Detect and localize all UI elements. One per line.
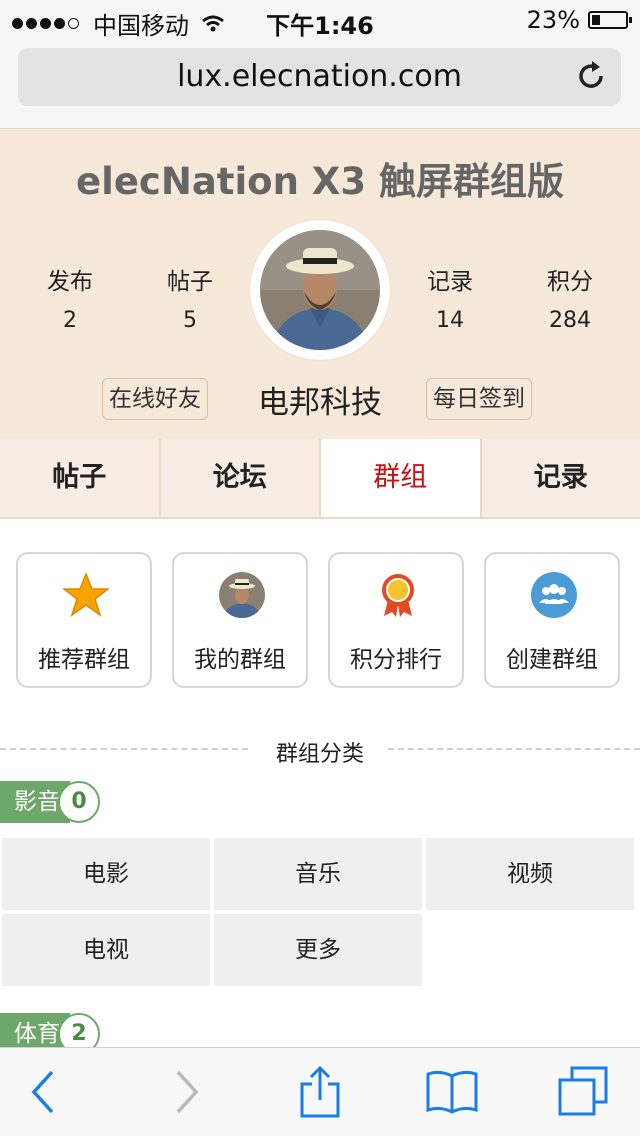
stat-value: 14 (436, 308, 464, 333)
stat-label: 记录 (427, 269, 473, 295)
category-item[interactable]: 电影 (2, 838, 210, 910)
tab-records[interactable]: 记录 (481, 439, 640, 517)
forward-icon[interactable] (156, 1066, 216, 1118)
reload-icon[interactable] (573, 58, 609, 94)
category-count: 0 (58, 781, 100, 823)
username: 电邦科技 (258, 385, 382, 421)
category-item[interactable]: 视频 (426, 838, 634, 910)
points-ranking-tile[interactable]: 积分排行 (328, 552, 464, 688)
site-title: elecNation X3 触屏群组版 (76, 160, 564, 203)
avatar-icon (219, 572, 265, 618)
battery-percent: 23% (526, 6, 580, 34)
stat-label: 帖子 (167, 269, 213, 295)
battery-icon (588, 11, 632, 29)
tab-forum[interactable]: 论坛 (160, 439, 321, 517)
stat-points[interactable]: 积分 284 (530, 262, 610, 333)
medal-icon (382, 574, 414, 617)
star-icon (63, 572, 109, 617)
tile-label: 推荐群组 (38, 647, 130, 673)
tile-label: 我的群组 (194, 647, 286, 673)
category-item[interactable]: 更多 (214, 914, 422, 986)
stat-threads[interactable]: 帖子 5 (150, 262, 230, 333)
tabs-icon[interactable] (554, 1066, 614, 1118)
address-bar[interactable]: lux.elecnation.com (18, 48, 621, 106)
stat-value: 2 (63, 308, 77, 333)
back-icon[interactable] (14, 1066, 74, 1118)
daily-checkin-button[interactable]: 每日签到 (426, 378, 532, 420)
recommended-groups-tile[interactable]: 推荐群组 (16, 552, 152, 688)
tile-label: 积分排行 (350, 647, 442, 673)
profile-header: elecNation X3 触屏群组版 发布 2 帖子 5 记录 14 积分 2… (0, 129, 640, 439)
group-icon (531, 572, 577, 618)
browser-toolbar (0, 1047, 640, 1136)
stat-value: 5 (183, 308, 197, 333)
category-item[interactable]: 音乐 (214, 838, 422, 910)
category-badge-media[interactable]: 影音 0 (0, 781, 100, 823)
bookmarks-icon[interactable] (422, 1066, 482, 1118)
stat-value: 284 (549, 308, 591, 333)
section-title: 群组分类 (275, 742, 364, 767)
tab-threads[interactable]: 帖子 (0, 439, 161, 517)
my-groups-tile[interactable]: 我的群组 (172, 552, 308, 688)
status-bar: 中国移动 下午1:46 23% (0, 0, 640, 40)
battery-status: 23% (526, 6, 632, 34)
stat-label: 发布 (47, 269, 93, 295)
tab-bar: 帖子 论坛 群组 记录 (0, 439, 640, 519)
share-icon[interactable] (290, 1066, 350, 1118)
stat-label: 积分 (547, 269, 593, 295)
tile-label: 创建群组 (506, 647, 598, 673)
category-item[interactable]: 电视 (2, 914, 210, 986)
stat-posts-published[interactable]: 发布 2 (30, 262, 110, 333)
avatar[interactable] (250, 220, 390, 360)
url-text: lux.elecnation.com (177, 59, 462, 94)
avatar-image (260, 230, 380, 350)
stat-records[interactable]: 记录 14 (410, 262, 490, 333)
tab-groups[interactable]: 群组 (321, 439, 482, 517)
group-categories-divider: 群组分类 (0, 734, 640, 767)
create-group-tile[interactable]: 创建群组 (484, 552, 620, 688)
browser-address-bar-area: lux.elecnation.com (0, 40, 640, 129)
